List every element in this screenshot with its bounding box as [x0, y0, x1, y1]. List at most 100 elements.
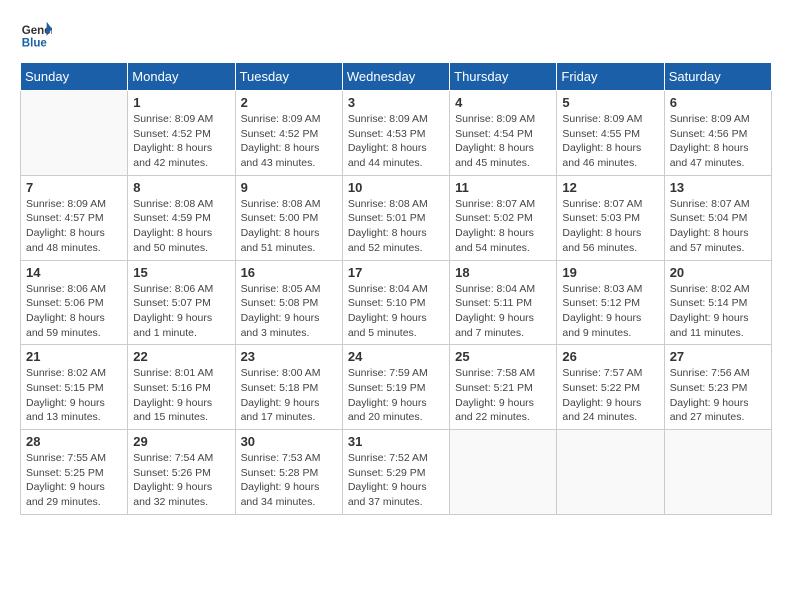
- day-info: Sunrise: 8:07 AMSunset: 5:04 PMDaylight:…: [670, 197, 766, 256]
- day-info: Sunrise: 7:56 AMSunset: 5:23 PMDaylight:…: [670, 366, 766, 425]
- day-number: 27: [670, 349, 766, 364]
- logo: General Blue: [20, 20, 52, 52]
- day-info: Sunrise: 8:06 AMSunset: 5:07 PMDaylight:…: [133, 282, 229, 341]
- day-number: 7: [26, 180, 122, 195]
- day-cell: 1 Sunrise: 8:09 AMSunset: 4:52 PMDaylight…: [128, 91, 235, 176]
- day-number: 28: [26, 434, 122, 449]
- header-thursday: Thursday: [450, 63, 557, 91]
- day-number: 29: [133, 434, 229, 449]
- day-cell: 11 Sunrise: 8:07 AMSunset: 5:02 PMDayligh…: [450, 175, 557, 260]
- day-info: Sunrise: 8:09 AMSunset: 4:52 PMDaylight:…: [133, 112, 229, 171]
- day-info: Sunrise: 8:09 AMSunset: 4:52 PMDaylight:…: [241, 112, 337, 171]
- calendar-table: SundayMondayTuesdayWednesdayThursdayFrid…: [20, 62, 772, 515]
- day-number: 26: [562, 349, 658, 364]
- day-info: Sunrise: 8:09 AMSunset: 4:57 PMDaylight:…: [26, 197, 122, 256]
- day-number: 31: [348, 434, 444, 449]
- day-cell: 14 Sunrise: 8:06 AMSunset: 5:06 PMDayligh…: [21, 260, 128, 345]
- day-cell: 26 Sunrise: 7:57 AMSunset: 5:22 PMDayligh…: [557, 345, 664, 430]
- day-info: Sunrise: 8:05 AMSunset: 5:08 PMDaylight:…: [241, 282, 337, 341]
- day-number: 2: [241, 95, 337, 110]
- day-number: 18: [455, 265, 551, 280]
- week-row-2: 7 Sunrise: 8:09 AMSunset: 4:57 PMDaylight…: [21, 175, 772, 260]
- day-cell: 30 Sunrise: 7:53 AMSunset: 5:28 PMDayligh…: [235, 430, 342, 515]
- day-info: Sunrise: 8:09 AMSunset: 4:55 PMDaylight:…: [562, 112, 658, 171]
- day-info: Sunrise: 8:01 AMSunset: 5:16 PMDaylight:…: [133, 366, 229, 425]
- svg-text:Blue: Blue: [22, 38, 48, 50]
- day-info: Sunrise: 7:52 AMSunset: 5:29 PMDaylight:…: [348, 451, 444, 510]
- day-number: 22: [133, 349, 229, 364]
- day-number: 14: [26, 265, 122, 280]
- day-number: 15: [133, 265, 229, 280]
- day-info: Sunrise: 8:04 AMSunset: 5:10 PMDaylight:…: [348, 282, 444, 341]
- day-cell: 9Sunrise: 8:08 AMSunset: 5:00 PMDaylight…: [235, 175, 342, 260]
- day-cell: 27 Sunrise: 7:56 AMSunset: 5:23 PMDayligh…: [664, 345, 771, 430]
- day-cell: [664, 430, 771, 515]
- day-cell: 16 Sunrise: 8:05 AMSunset: 5:08 PMDayligh…: [235, 260, 342, 345]
- day-number: 23: [241, 349, 337, 364]
- day-cell: 5 Sunrise: 8:09 AMSunset: 4:55 PMDaylight…: [557, 91, 664, 176]
- day-info: Sunrise: 8:02 AMSunset: 5:15 PMDaylight:…: [26, 366, 122, 425]
- day-cell: 6 Sunrise: 8:09 AMSunset: 4:56 PMDaylight…: [664, 91, 771, 176]
- logo-icon: General Blue: [20, 20, 52, 52]
- header-tuesday: Tuesday: [235, 63, 342, 91]
- day-number: 20: [670, 265, 766, 280]
- header-friday: Friday: [557, 63, 664, 91]
- day-number: 30: [241, 434, 337, 449]
- day-number: 3: [348, 95, 444, 110]
- header-sunday: Sunday: [21, 63, 128, 91]
- day-number: 13: [670, 180, 766, 195]
- day-cell: 10Sunrise: 8:08 AMSunset: 5:01 PMDayligh…: [342, 175, 449, 260]
- day-cell: 7 Sunrise: 8:09 AMSunset: 4:57 PMDaylight…: [21, 175, 128, 260]
- day-cell: 22 Sunrise: 8:01 AMSunset: 5:16 PMDayligh…: [128, 345, 235, 430]
- week-row-3: 14 Sunrise: 8:06 AMSunset: 5:06 PMDayligh…: [21, 260, 772, 345]
- day-number: 19: [562, 265, 658, 280]
- day-info: Sunrise: 8:03 AMSunset: 5:12 PMDaylight:…: [562, 282, 658, 341]
- page-header: General Blue: [20, 20, 772, 52]
- day-number: 16: [241, 265, 337, 280]
- day-cell: 23 Sunrise: 8:00 AMSunset: 5:18 PMDayligh…: [235, 345, 342, 430]
- day-info: Sunrise: 8:06 AMSunset: 5:06 PMDaylight:…: [26, 282, 122, 341]
- day-cell: 25 Sunrise: 7:58 AMSunset: 5:21 PMDayligh…: [450, 345, 557, 430]
- day-cell: 17Sunrise: 8:04 AMSunset: 5:10 PMDayligh…: [342, 260, 449, 345]
- day-cell: 4 Sunrise: 8:09 AMSunset: 4:54 PMDaylight…: [450, 91, 557, 176]
- day-cell: 18Sunrise: 8:04 AMSunset: 5:11 PMDayligh…: [450, 260, 557, 345]
- day-cell: 29 Sunrise: 7:54 AMSunset: 5:26 PMDayligh…: [128, 430, 235, 515]
- day-number: 4: [455, 95, 551, 110]
- day-number: 11: [455, 180, 551, 195]
- day-number: 6: [670, 95, 766, 110]
- calendar-header-row: SundayMondayTuesdayWednesdayThursdayFrid…: [21, 63, 772, 91]
- day-info: Sunrise: 8:07 AMSunset: 5:02 PMDaylight:…: [455, 197, 551, 256]
- day-cell: 21 Sunrise: 8:02 AMSunset: 5:15 PMDayligh…: [21, 345, 128, 430]
- day-info: Sunrise: 8:00 AMSunset: 5:18 PMDaylight:…: [241, 366, 337, 425]
- week-row-5: 28 Sunrise: 7:55 AMSunset: 5:25 PMDayligh…: [21, 430, 772, 515]
- day-info: Sunrise: 8:09 AMSunset: 4:54 PMDaylight:…: [455, 112, 551, 171]
- day-info: Sunrise: 7:53 AMSunset: 5:28 PMDaylight:…: [241, 451, 337, 510]
- day-number: 25: [455, 349, 551, 364]
- day-number: 9: [241, 180, 337, 195]
- week-row-1: 1 Sunrise: 8:09 AMSunset: 4:52 PMDaylight…: [21, 91, 772, 176]
- day-cell: 19 Sunrise: 8:03 AMSunset: 5:12 PMDayligh…: [557, 260, 664, 345]
- day-cell: [21, 91, 128, 176]
- day-cell: 28 Sunrise: 7:55 AMSunset: 5:25 PMDayligh…: [21, 430, 128, 515]
- day-cell: 15 Sunrise: 8:06 AMSunset: 5:07 PMDayligh…: [128, 260, 235, 345]
- day-number: 8: [133, 180, 229, 195]
- day-info: Sunrise: 7:57 AMSunset: 5:22 PMDaylight:…: [562, 366, 658, 425]
- day-cell: 12Sunrise: 8:07 AMSunset: 5:03 PMDayligh…: [557, 175, 664, 260]
- day-number: 12: [562, 180, 658, 195]
- week-row-4: 21 Sunrise: 8:02 AMSunset: 5:15 PMDayligh…: [21, 345, 772, 430]
- day-info: Sunrise: 7:58 AMSunset: 5:21 PMDaylight:…: [455, 366, 551, 425]
- day-number: 5: [562, 95, 658, 110]
- day-number: 1: [133, 95, 229, 110]
- day-info: Sunrise: 8:08 AMSunset: 5:01 PMDaylight:…: [348, 197, 444, 256]
- day-info: Sunrise: 7:54 AMSunset: 5:26 PMDaylight:…: [133, 451, 229, 510]
- day-number: 21: [26, 349, 122, 364]
- day-cell: 31 Sunrise: 7:52 AMSunset: 5:29 PMDayligh…: [342, 430, 449, 515]
- header-saturday: Saturday: [664, 63, 771, 91]
- day-cell: 13 Sunrise: 8:07 AMSunset: 5:04 PMDayligh…: [664, 175, 771, 260]
- day-info: Sunrise: 8:08 AMSunset: 4:59 PMDaylight:…: [133, 197, 229, 256]
- day-info: Sunrise: 8:09 AMSunset: 4:56 PMDaylight:…: [670, 112, 766, 171]
- day-cell: [450, 430, 557, 515]
- day-info: Sunrise: 7:59 AMSunset: 5:19 PMDaylight:…: [348, 366, 444, 425]
- header-wednesday: Wednesday: [342, 63, 449, 91]
- day-info: Sunrise: 7:55 AMSunset: 5:25 PMDaylight:…: [26, 451, 122, 510]
